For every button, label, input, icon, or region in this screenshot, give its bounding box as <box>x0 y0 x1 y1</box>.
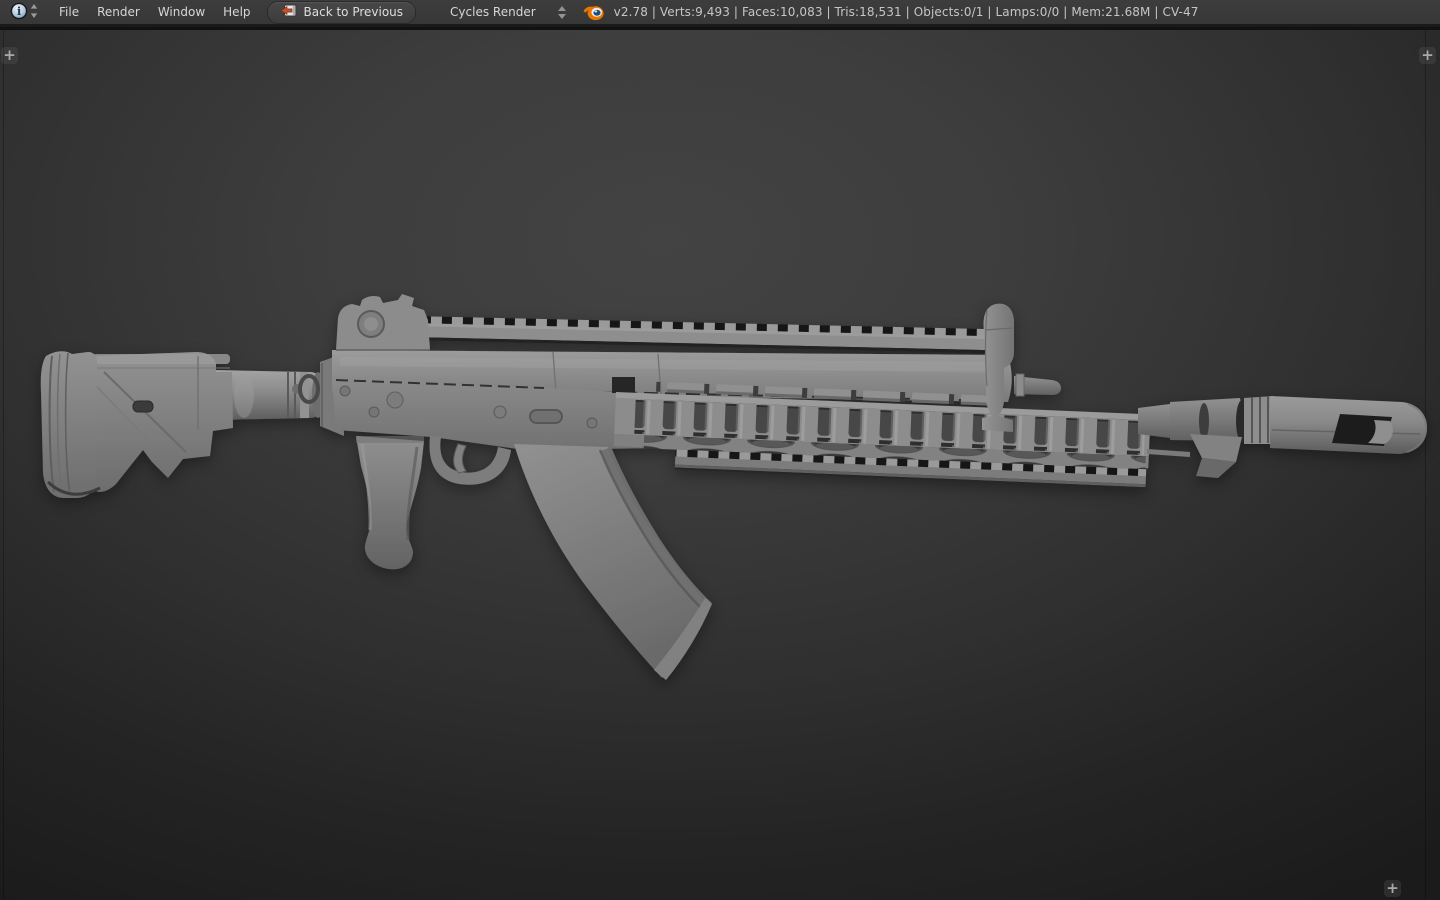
scene-stats-text: v2.78 | Verts:9,493 | Faces:10,083 | Tri… <box>613 5 1199 19</box>
editor-selector-arrows-icon <box>30 2 38 23</box>
expand-region-button-bottom-right[interactable]: + <box>1384 880 1401 897</box>
blender-logo-icon <box>583 3 604 21</box>
info-header: i File Render Window Help Back to Previo… <box>0 0 1440 27</box>
back-to-previous-label: Back to Previous <box>303 5 404 19</box>
menu-window[interactable]: Window <box>149 0 214 26</box>
editor-type-selector[interactable]: i <box>10 2 38 23</box>
expand-region-button-top-right[interactable]: + <box>1419 47 1436 64</box>
blender-window: { "header": { "menus": [ {"label": "File… <box>0 0 1440 900</box>
back-arrow-icon <box>279 4 297 20</box>
menu-render[interactable]: Render <box>88 0 149 26</box>
expand-region-button-top-left[interactable]: + <box>1 47 18 64</box>
menu-help[interactable]: Help <box>214 0 259 26</box>
3d-viewport[interactable]: + + + <box>0 30 1440 900</box>
info-icon: i <box>10 2 28 23</box>
header-collapse-arrows[interactable] <box>557 5 566 19</box>
back-to-previous-button[interactable]: Back to Previous <box>266 0 417 24</box>
rifle-model[interactable] <box>0 30 1440 900</box>
svg-text:i: i <box>17 4 22 18</box>
render-engine-selector[interactable]: Cycles Render <box>450 5 536 19</box>
menu-file[interactable]: File <box>50 0 88 26</box>
